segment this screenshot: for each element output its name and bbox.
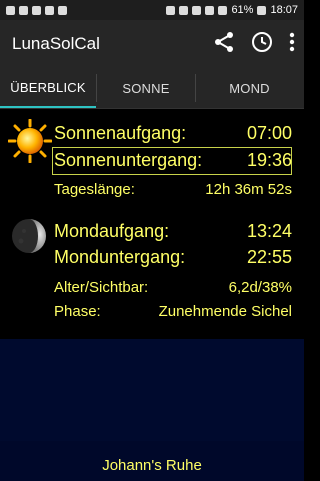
sun-icon [7,118,53,168]
moon-age-row: Alter/Sichtbar: 6,2d/38% [54,279,292,296]
daylength-label: Tageslänge: [54,181,135,198]
empty-panel [0,339,304,441]
share-icon[interactable] [212,30,236,54]
status-notifications [6,5,67,15]
sunset-label: Sonnenuntergang: [54,150,203,170]
notification-icon [45,5,54,15]
overview-panel: Sonnenaufgang: 07:00 Sonnenuntergang: 19… [0,109,304,339]
signal-icon [218,5,228,15]
moonrise-row: Mondaufgang: 13:24 [54,221,292,242]
more-vert-icon[interactable] [288,30,296,54]
moonrise-value: 13:24 [246,221,292,241]
moon-age-label: Alter/Sichtbar: [54,279,149,296]
notification-icon [19,5,28,15]
tab-ueberblick[interactable]: ÜBERBLICK [0,68,96,108]
moon-icon [10,217,48,260]
moonset-label: Monduntergang: [54,247,186,267]
notification-icon [6,5,15,15]
daylength-row: Tageslänge: 12h 36m 52s [54,181,292,198]
mute-icon [192,5,202,15]
status-bar: 61% 18:07 [0,0,304,20]
moon-phase-row: Phase: Zunehmende Sichel [54,303,292,320]
app-bar: LunaSolCal [0,20,304,68]
tab-sonne[interactable]: SONNE [97,68,195,108]
daylength-value: 12h 36m 52s [205,181,292,198]
location-footer[interactable]: Johann's Ruhe [0,441,304,481]
sunrise-label: Sonnenaufgang: [54,123,187,143]
tab-bar: ÜBERBLICK SONNE MOND [0,68,304,109]
battery-icon [257,5,267,15]
bluetooth-icon [166,5,176,15]
sunset-value: 19:36 [246,150,292,170]
app-actions [212,30,296,54]
notification-icon [32,5,41,15]
moonset-row: Monduntergang: 22:55 [54,247,292,268]
app-title: LunaSolCal [12,34,100,53]
sunrise-value: 07:00 [246,123,292,143]
status-system: 61% 18:07 [166,4,298,16]
moon-phase-value: Zunehmende Sichel [158,303,292,320]
moonset-value: 22:55 [246,247,292,267]
moon-age-value: 6,2d/38% [228,279,292,296]
wifi-icon [205,5,215,15]
clock-icon[interactable] [250,30,274,54]
sunset-row[interactable]: Sonnenuntergang: 19:36 [54,150,292,171]
battery-level: 61% [231,4,254,16]
clock-time: 18:07 [270,4,298,16]
moon-phase-label: Phase: [54,303,101,320]
sunrise-row: Sonnenaufgang: 07:00 [54,123,292,144]
notification-icon [58,5,67,15]
moonrise-label: Mondaufgang: [54,221,170,241]
nfc-icon [179,5,189,15]
tab-mond[interactable]: MOND [196,68,303,108]
location-name: Johann's Ruhe [102,457,202,474]
